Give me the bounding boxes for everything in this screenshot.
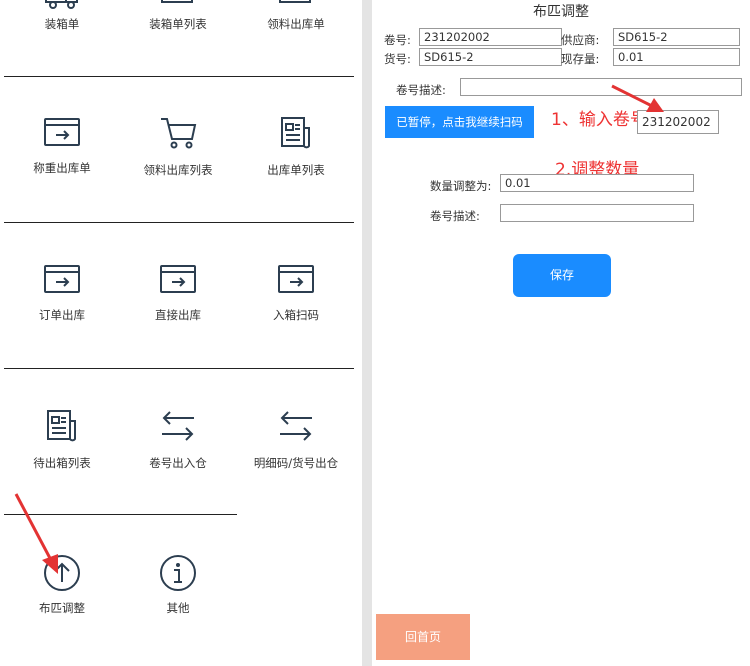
adjust-qty-label: 数量调整为: xyxy=(430,179,492,193)
swap-arrows-icon xyxy=(280,411,312,441)
roll-desc2-field[interactable] xyxy=(500,204,694,222)
menu-tile-label: 装箱单列表 xyxy=(149,17,207,31)
item-no-label: 货号: xyxy=(384,52,411,66)
document-list-icon xyxy=(47,410,76,442)
export-box-icon xyxy=(278,265,314,293)
adjust-form-panel: 布匹调整 卷号: 供应商: 货号: 现存量: 卷号描述: 已暂停，点击我继续扫码… xyxy=(372,0,750,666)
menu-tile-detail-code-outbound[interactable]: 明细码/货号出仓 xyxy=(238,409,354,471)
row-separator xyxy=(4,76,354,77)
swap-arrows-icon xyxy=(162,411,194,441)
home-button[interactable]: 回首页 xyxy=(376,614,470,660)
truck-list-icon xyxy=(161,0,193,3)
annotation-arrow-icon xyxy=(14,493,58,574)
roll-desc2-label: 卷号描述: xyxy=(430,209,480,223)
supplier-label: 供应商: xyxy=(561,33,600,47)
menu-tile-packing-list[interactable]: 装箱单 xyxy=(4,0,120,32)
page-title: 布匹调整 xyxy=(533,4,589,20)
menu-tile-label: 称重出库单 xyxy=(33,161,91,175)
roll-desc-label: 卷号描述: xyxy=(396,83,446,97)
menu-tile-label: 其他 xyxy=(166,601,190,615)
menu-tile-direct-outbound[interactable]: 直接出库 xyxy=(120,265,236,323)
adjust-qty-field[interactable] xyxy=(500,174,694,192)
resume-scan-button[interactable]: 已暂停，点击我继续扫码 xyxy=(385,106,534,138)
menu-tile-label: 入箱扫码 xyxy=(273,308,319,322)
menu-tile-roll-in-out[interactable]: 卷号出入仓 xyxy=(120,409,236,471)
menu-tile-label: 明细码/货号出仓 xyxy=(253,456,339,470)
export-box-icon xyxy=(160,265,196,293)
roll-no-label: 卷号: xyxy=(384,33,411,47)
menu-tile-label: 领料出库列表 xyxy=(143,163,213,177)
panel-divider xyxy=(362,0,372,666)
export-box-icon xyxy=(44,118,80,146)
menu-tile-outbound-list[interactable]: 出库单列表 xyxy=(238,116,354,178)
menu-tile-pending-box-list[interactable]: 待出箱列表 xyxy=(4,409,120,471)
stock-field[interactable] xyxy=(613,48,740,66)
menu-tile-label: 装箱单 xyxy=(44,17,80,31)
save-button[interactable]: 保存 xyxy=(513,254,611,297)
truck-out-icon xyxy=(279,0,311,3)
document-list-icon xyxy=(281,117,310,149)
menu-tile-label: 布匹调整 xyxy=(39,601,85,615)
menu-tile-material-outbound[interactable]: 领料出库单 xyxy=(238,0,354,32)
menu-tile-material-outbound-list[interactable]: 领料出库列表 xyxy=(120,116,236,178)
row-separator xyxy=(4,222,354,223)
supplier-field[interactable] xyxy=(613,28,740,46)
row-separator xyxy=(4,368,354,369)
truck-icon xyxy=(45,0,78,9)
menu-tile-weigh-outbound[interactable]: 称重出库单 xyxy=(4,118,120,176)
menu-tile-label: 订单出库 xyxy=(39,308,85,322)
roll-desc-field[interactable] xyxy=(460,78,742,96)
stock-label: 现存量: xyxy=(561,52,600,66)
menu-tile-label: 卷号出入仓 xyxy=(149,456,207,470)
info-circle-icon xyxy=(160,555,196,591)
menu-tile-box-scan[interactable]: 入箱扫码 xyxy=(238,265,354,323)
annotation-arrow-icon xyxy=(611,84,664,112)
menu-tile-packing-list-list[interactable]: 装箱单列表 xyxy=(120,0,236,32)
export-box-icon xyxy=(44,265,80,293)
menu-tile-other[interactable]: 其他 xyxy=(120,554,236,616)
menu-tile-label: 直接出库 xyxy=(155,308,201,322)
menu-tile-label: 出库单列表 xyxy=(267,163,325,177)
menu-tile-label: 待出箱列表 xyxy=(33,456,91,470)
item-no-field[interactable] xyxy=(419,48,562,66)
menu-panel: 装箱单 装箱单列表 领料出库单 称重出库单 领料出库列表 出库单列表 订单出库 … xyxy=(0,0,362,666)
menu-tile-order-outbound[interactable]: 订单出库 xyxy=(4,265,120,323)
roll-no-field[interactable] xyxy=(419,28,562,46)
menu-tile-label: 领料出库单 xyxy=(267,17,325,31)
cart-icon xyxy=(161,118,197,149)
